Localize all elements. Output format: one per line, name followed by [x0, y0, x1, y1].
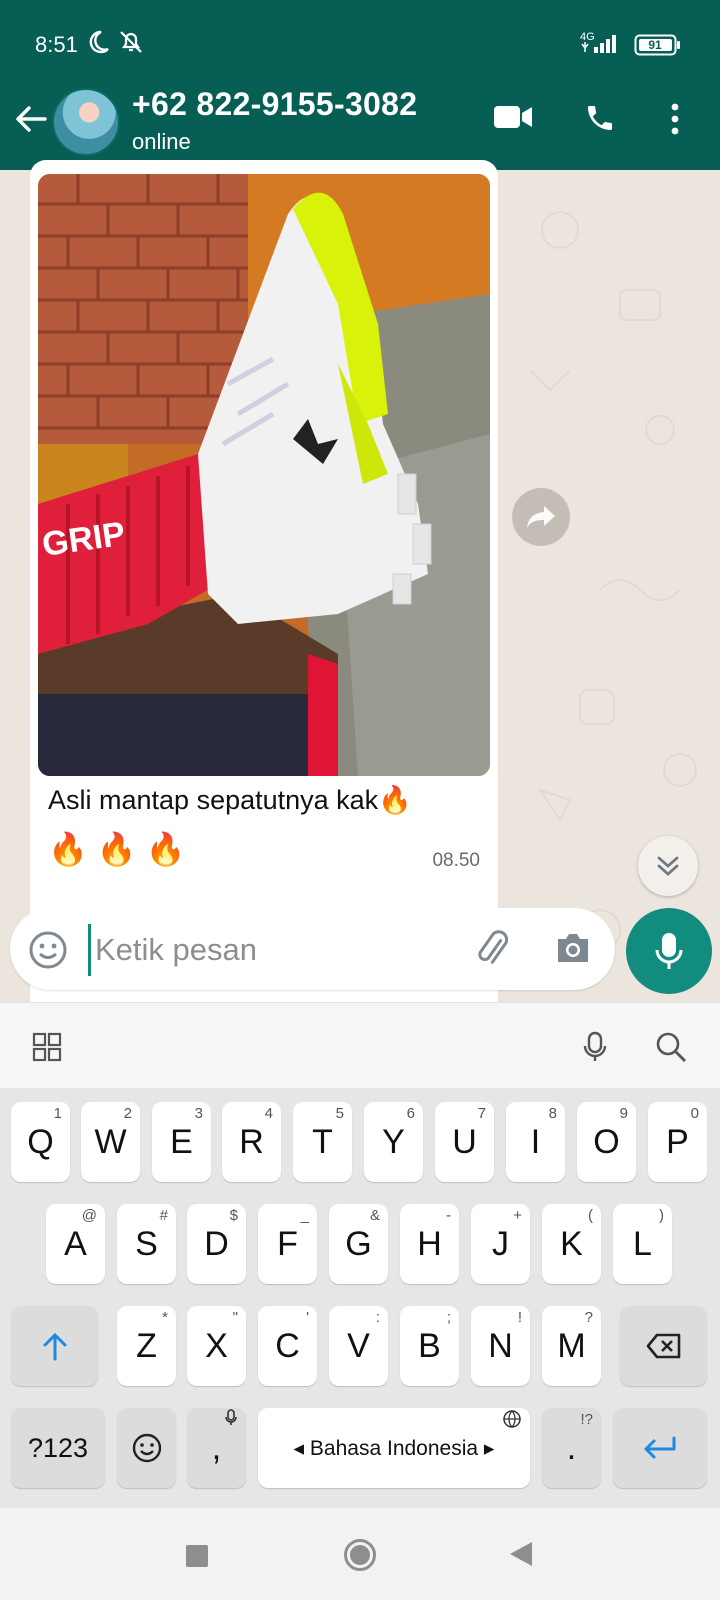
- backspace-key[interactable]: [620, 1306, 707, 1386]
- voice-call-icon[interactable]: [584, 102, 616, 139]
- keyboard-search-icon[interactable]: [655, 1031, 687, 1068]
- contact-status: online: [132, 129, 191, 154]
- smiley-icon: [132, 1433, 161, 1463]
- key-q[interactable]: 1Q: [11, 1102, 70, 1182]
- message-emojis: 🔥 🔥 🔥: [48, 831, 186, 867]
- message-composer: [10, 908, 615, 990]
- chat-area[interactable]: GRIP Asli mantap sepatutnya kak🔥 🔥 🔥 🔥 0…: [0, 160, 720, 1068]
- backspace-icon: [646, 1333, 680, 1359]
- shift-key[interactable]: [11, 1306, 98, 1386]
- home-icon[interactable]: [343, 1538, 377, 1577]
- shift-arrow-icon: [43, 1332, 66, 1361]
- key-y[interactable]: 6Y: [364, 1102, 423, 1182]
- chat-header: 8:51 4G 91 +62 822-9155-3082 online: [0, 0, 720, 170]
- period-key[interactable]: !?.: [542, 1408, 601, 1488]
- key-g[interactable]: & G: [329, 1204, 388, 1284]
- status-bar: 8:51 4G 91: [0, 0, 720, 86]
- message-photo[interactable]: GRIP: [38, 174, 490, 776]
- emoji-icon[interactable]: [28, 930, 68, 975]
- enter-key[interactable]: [613, 1408, 707, 1488]
- key-c[interactable]: ' C: [258, 1306, 317, 1386]
- key-b[interactable]: ; B: [400, 1306, 459, 1386]
- nav-back-icon[interactable]: [508, 1540, 534, 1573]
- key-z[interactable]: * Z: [117, 1306, 176, 1386]
- camera-icon[interactable]: [554, 930, 592, 971]
- enter-icon: [644, 1436, 676, 1459]
- key-s[interactable]: # S: [117, 1204, 176, 1284]
- double-chevron-down-icon: [657, 856, 679, 876]
- key-k[interactable]: (K: [542, 1204, 601, 1284]
- key-j[interactable]: + J: [471, 1204, 530, 1284]
- key-u[interactable]: 7U: [435, 1102, 494, 1182]
- key-n[interactable]: ! N: [471, 1306, 530, 1386]
- signal-icon: 4G: [580, 30, 628, 61]
- network-type-label: 4G: [580, 31, 595, 43]
- key-i[interactable]: 8I: [506, 1102, 565, 1182]
- mic-hint-icon: [224, 1409, 238, 1432]
- space-key[interactable]: ◂ Bahasa Indonesia ▸: [258, 1408, 530, 1488]
- comma-key[interactable]: ,: [187, 1408, 246, 1488]
- attach-icon[interactable]: [472, 928, 514, 975]
- key-w[interactable]: 2W: [81, 1102, 140, 1182]
- message-input[interactable]: [88, 924, 477, 976]
- key-h[interactable]: -H: [400, 1204, 459, 1284]
- battery-icon: 91: [634, 34, 682, 61]
- forward-icon: [527, 506, 555, 528]
- key-d[interactable]: $ D: [187, 1204, 246, 1284]
- keyboard: 1Q 2W 3E 4R 5T 6Y 7U 8I 9O 0P @ A # S $ D _…: [0, 1088, 720, 1508]
- voice-record-button[interactable]: [626, 908, 712, 994]
- key-e[interactable]: 3E: [152, 1102, 211, 1182]
- video-call-icon[interactable]: [494, 103, 532, 136]
- battery-level: 91: [648, 38, 662, 52]
- keyboard-voice-icon[interactable]: [582, 1031, 608, 1068]
- globe-icon: [502, 1409, 522, 1434]
- status-time: 8:51: [35, 32, 78, 57]
- contact-name[interactable]: +62 822-9155-3082: [132, 86, 417, 123]
- key-v[interactable]: :V: [329, 1306, 388, 1386]
- keyboard-menu-icon[interactable]: [32, 1032, 62, 1067]
- key-m[interactable]: ? M: [542, 1306, 601, 1386]
- contact-avatar[interactable]: [52, 88, 120, 156]
- system-navigation-bar: [0, 1508, 720, 1600]
- key-a[interactable]: @ A: [46, 1204, 105, 1284]
- message-time: 08.50: [432, 850, 480, 871]
- key-o[interactable]: 9O: [577, 1102, 636, 1182]
- recent-apps-icon[interactable]: [185, 1544, 209, 1573]
- key-f[interactable]: _ F: [258, 1204, 317, 1284]
- key-p[interactable]: 0P: [648, 1102, 707, 1182]
- key-t[interactable]: 5T: [293, 1102, 352, 1182]
- key-r[interactable]: 4R: [222, 1102, 281, 1182]
- keyboard-toolbar: [0, 1002, 720, 1089]
- back-arrow-icon[interactable]: [14, 104, 48, 139]
- more-options-icon[interactable]: [670, 103, 680, 140]
- symbols-key[interactable]: ?123: [11, 1408, 105, 1488]
- muted-bell-icon: [118, 29, 144, 60]
- scroll-to-bottom-button[interactable]: [638, 836, 698, 896]
- key-l[interactable]: ) L: [613, 1204, 672, 1284]
- forward-button[interactable]: [512, 488, 570, 546]
- key-x[interactable]: " X: [187, 1306, 246, 1386]
- do-not-disturb-icon: [85, 29, 111, 60]
- emoji-key[interactable]: [117, 1408, 176, 1488]
- microphone-icon: [655, 933, 683, 969]
- message-caption: Asli mantap sepatutnya kak🔥: [48, 785, 412, 815]
